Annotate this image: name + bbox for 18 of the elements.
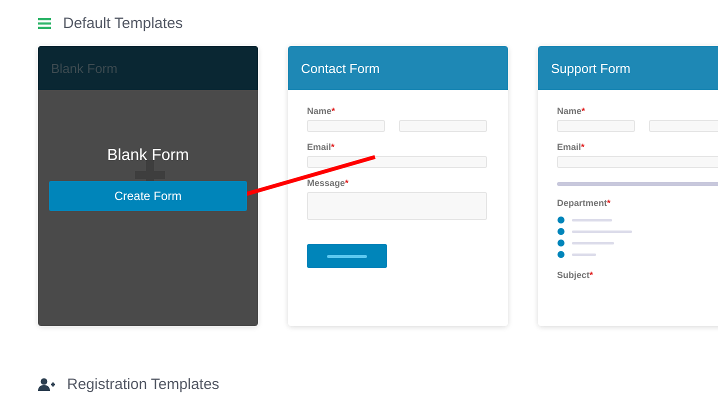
field-label: Name* xyxy=(557,106,586,116)
section-title: Registration Templates xyxy=(67,376,220,392)
field-label: Message* xyxy=(307,178,349,188)
input-field xyxy=(649,120,718,132)
section-title: Default Templates xyxy=(63,14,183,32)
card-title: Contact Form xyxy=(301,60,380,76)
menu-icon xyxy=(38,18,51,28)
field-label: Subject* xyxy=(557,270,594,280)
template-card[interactable]: Contact Form Name* Email* Message* xyxy=(288,46,508,326)
field-label: Department* xyxy=(557,198,611,208)
field-label: Email* xyxy=(557,142,585,152)
create-form-button[interactable]: Create Form xyxy=(49,181,247,211)
field-label: Name* xyxy=(307,106,336,116)
field-label: Email* xyxy=(307,142,335,152)
user-add-icon xyxy=(38,378,55,390)
template-card[interactable]: Support Form Name* Email* Department* Subject* xyxy=(538,46,718,326)
card-title: Support Form xyxy=(551,60,630,76)
card-body-title: Blank Form xyxy=(107,147,189,165)
